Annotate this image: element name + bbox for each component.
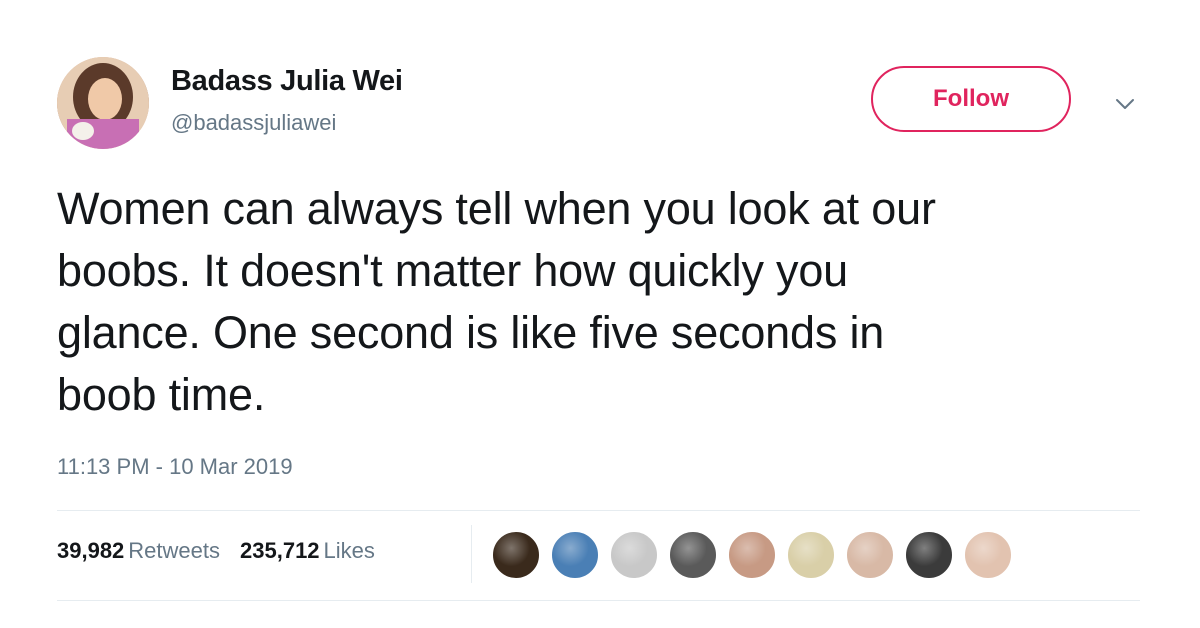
follow-button[interactable]: Follow	[871, 66, 1071, 132]
tweet-text-line: boob time.	[57, 369, 266, 420]
tweet-text-line: Women can always tell when you look at o…	[57, 183, 936, 234]
retweets-stat[interactable]: 39,982 Retweets	[57, 538, 220, 564]
tweet-text: Women can always tell when you look at o…	[57, 178, 1147, 426]
user-handle[interactable]: @badassjuliawei	[171, 110, 336, 136]
tweet-text-line: glance. One second is like five seconds …	[57, 307, 885, 358]
liker-avatar-6[interactable]	[786, 530, 836, 580]
chevron-down-icon[interactable]	[1114, 93, 1136, 115]
liker-avatar-2[interactable]	[550, 530, 600, 580]
display-name[interactable]: Badass Julia Wei	[171, 65, 403, 98]
liker-avatar-9[interactable]	[963, 530, 1013, 580]
liker-avatar-3[interactable]	[609, 530, 659, 580]
tweet-timestamp[interactable]: 11:13 PM - 10 Mar 2019	[57, 454, 293, 480]
avatar-photo	[57, 57, 149, 149]
avatar[interactable]	[57, 57, 149, 149]
retweets-count: 39,982	[57, 538, 125, 563]
likes-stat[interactable]: 235,712 Likes	[240, 538, 375, 564]
liker-avatar-1[interactable]	[491, 530, 541, 580]
tweet-stats: 39,982 Retweets 235,712 Likes	[57, 538, 395, 564]
liker-avatar-4[interactable]	[668, 530, 718, 580]
stats-separator	[471, 525, 472, 583]
liker-avatar-7[interactable]	[845, 530, 895, 580]
tweet-text-line: boobs. It doesn't matter how quickly you	[57, 245, 849, 296]
likes-count: 235,712	[240, 538, 320, 563]
liker-avatar-8[interactable]	[904, 530, 954, 580]
tweet-card: Badass Julia Wei @badassjuliawei Follow …	[0, 0, 1200, 628]
retweets-label: Retweets	[128, 538, 221, 563]
liker-avatar-5[interactable]	[727, 530, 777, 580]
liker-avatars	[491, 530, 1022, 580]
divider	[57, 510, 1140, 511]
likes-label: Likes	[323, 538, 375, 563]
divider	[57, 600, 1140, 601]
